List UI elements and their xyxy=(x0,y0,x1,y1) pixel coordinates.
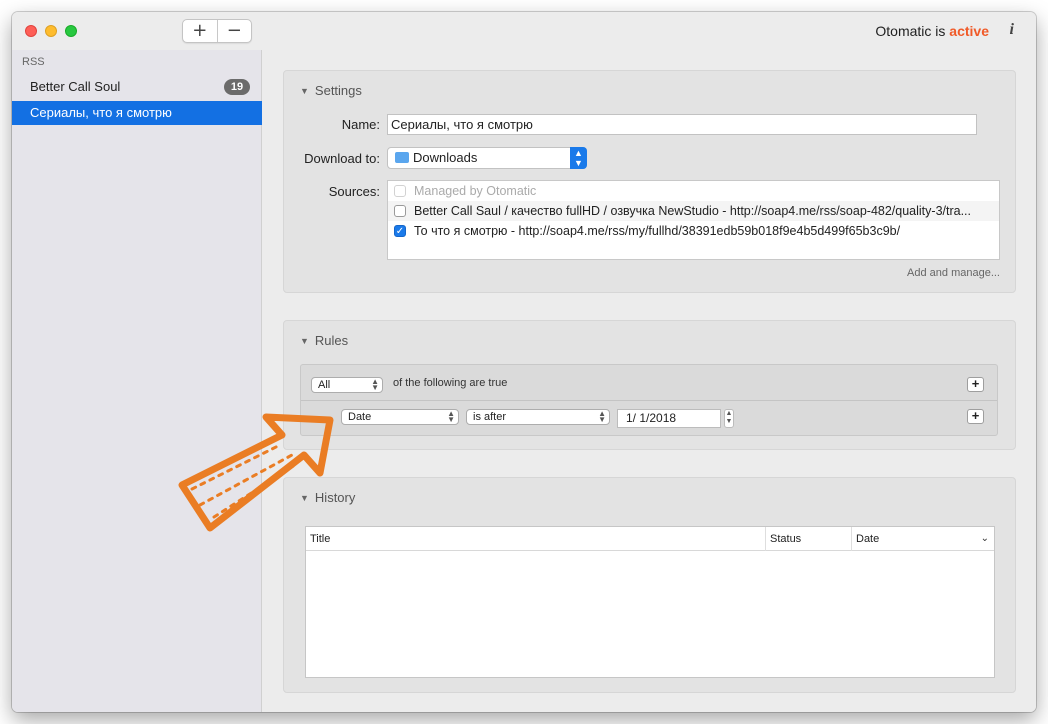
chevron-updown-icon: ▲ ▼ xyxy=(570,147,587,169)
rule-operator-value: is after xyxy=(473,411,507,423)
download-label: Download to: xyxy=(304,151,380,166)
sidebar-header: RSS xyxy=(22,56,45,68)
add-rule-button[interactable]: + xyxy=(967,409,984,424)
minimize-window-button[interactable] xyxy=(45,25,57,37)
close-window-button[interactable] xyxy=(25,25,37,37)
settings-panel: ▼ Settings Name: Сериалы, что я смотрю Do… xyxy=(283,70,1016,293)
rules-panel: ▼ Rules All ▲ ▼ of the following are true … xyxy=(283,320,1016,450)
history-table: Title Status Date ⌄ xyxy=(305,526,995,678)
rules-title: Rules xyxy=(314,333,349,348)
info-icon[interactable]: i xyxy=(1010,21,1014,39)
chevron-updown-icon: ▲ ▼ xyxy=(447,409,455,424)
add-remove-segmented-control: + − xyxy=(182,19,252,43)
list-item[interactable]: Better Call Saul / качество fullHD / озв… xyxy=(388,201,999,221)
source-checkbox[interactable]: ✓ xyxy=(394,225,406,237)
app-window: + − Otomatic is active i RSS Better Call… xyxy=(12,12,1036,712)
disclosure-triangle-icon: ▼ xyxy=(300,86,309,96)
source-checkbox xyxy=(394,185,406,197)
sources-list: Managed by Otomatic Better Call Saul / к… xyxy=(387,180,1000,260)
titlebar: + − Otomatic is active i xyxy=(12,12,1036,50)
add-and-manage-link[interactable]: Add and manage... xyxy=(907,267,1000,279)
rules-disclosure[interactable]: ▼ Rules xyxy=(300,333,348,348)
list-item[interactable]: ✓ То что я смотрю - http://soap4.me/rss/… xyxy=(388,221,999,241)
unread-count-badge: 19 xyxy=(224,79,250,95)
rules-editor: All ▲ ▼ of the following are true + Date … xyxy=(300,364,998,436)
chevron-updown-icon: ▲ ▼ xyxy=(371,377,379,392)
rule-date-field[interactable]: 1/ 1/2018 xyxy=(617,409,721,428)
rule-field-popup[interactable]: Date ▲ ▼ xyxy=(341,409,459,425)
sources-label: Sources: xyxy=(328,184,380,199)
column-header-date[interactable]: Date ⌄ xyxy=(851,527,994,551)
sort-chevron-down-icon: ⌄ xyxy=(980,533,989,544)
list-item: Managed by Otomatic xyxy=(388,181,999,201)
sidebar: RSS Better Call Soul 19 Сериалы, что я с… xyxy=(12,50,262,712)
chevron-updown-icon: ▲ ▼ xyxy=(598,409,606,424)
source-label: Better Call Saul / качество fullHD / озв… xyxy=(414,204,971,218)
history-panel: ▼ History Title Status Date ⌄ xyxy=(283,477,1016,693)
source-label: Managed by Otomatic xyxy=(414,184,537,198)
rule-operator-popup[interactable]: is after ▲ ▼ xyxy=(466,409,610,425)
add-rule-group-button[interactable]: + xyxy=(967,377,984,392)
source-checkbox[interactable] xyxy=(394,205,406,217)
match-all-popup[interactable]: All ▲ ▼ xyxy=(311,377,383,393)
remove-feed-button[interactable]: − xyxy=(218,20,252,42)
sidebar-item-better-call-soul[interactable]: Better Call Soul 19 xyxy=(12,75,262,99)
table-header: Title Status Date ⌄ xyxy=(306,527,994,551)
app-status: Otomatic is active xyxy=(875,23,989,39)
folder-icon xyxy=(395,152,409,163)
zoom-window-button[interactable] xyxy=(65,25,77,37)
download-folder-popup[interactable]: Downloads ▲ ▼ xyxy=(387,147,587,169)
main-content: ▼ Settings Name: Сериалы, что я смотрю Do… xyxy=(263,50,1036,712)
column-header-title[interactable]: Title xyxy=(306,527,765,551)
sidebar-item-label: Better Call Soul xyxy=(30,79,121,94)
column-header-status[interactable]: Status xyxy=(765,527,851,551)
match-suffix: of the following are true xyxy=(393,377,508,389)
status-value: active xyxy=(949,23,989,39)
match-value: All xyxy=(318,379,331,391)
sidebar-item-label: Сериалы, что я смотрю xyxy=(30,105,172,120)
disclosure-triangle-icon: ▼ xyxy=(300,336,309,346)
divider xyxy=(301,400,997,401)
name-field[interactable]: Сериалы, что я смотрю xyxy=(387,114,977,135)
rule-field-value: Date xyxy=(348,411,372,423)
source-label: То что я смотрю - http://soap4.me/rss/my… xyxy=(414,224,901,238)
sidebar-item-serialy[interactable]: Сериалы, что я смотрю xyxy=(12,101,262,125)
name-label: Name: xyxy=(341,117,380,132)
status-prefix: Otomatic is xyxy=(875,23,946,39)
download-folder-value: Downloads xyxy=(413,150,478,165)
settings-title: Settings xyxy=(314,83,362,98)
annotation-arrow-icon xyxy=(178,413,334,532)
column-header-date-label: Date xyxy=(856,533,880,545)
date-stepper[interactable]: ▲ ▼ xyxy=(724,409,734,428)
settings-disclosure[interactable]: ▼ Settings xyxy=(300,83,362,98)
add-feed-button[interactable]: + xyxy=(183,20,218,42)
